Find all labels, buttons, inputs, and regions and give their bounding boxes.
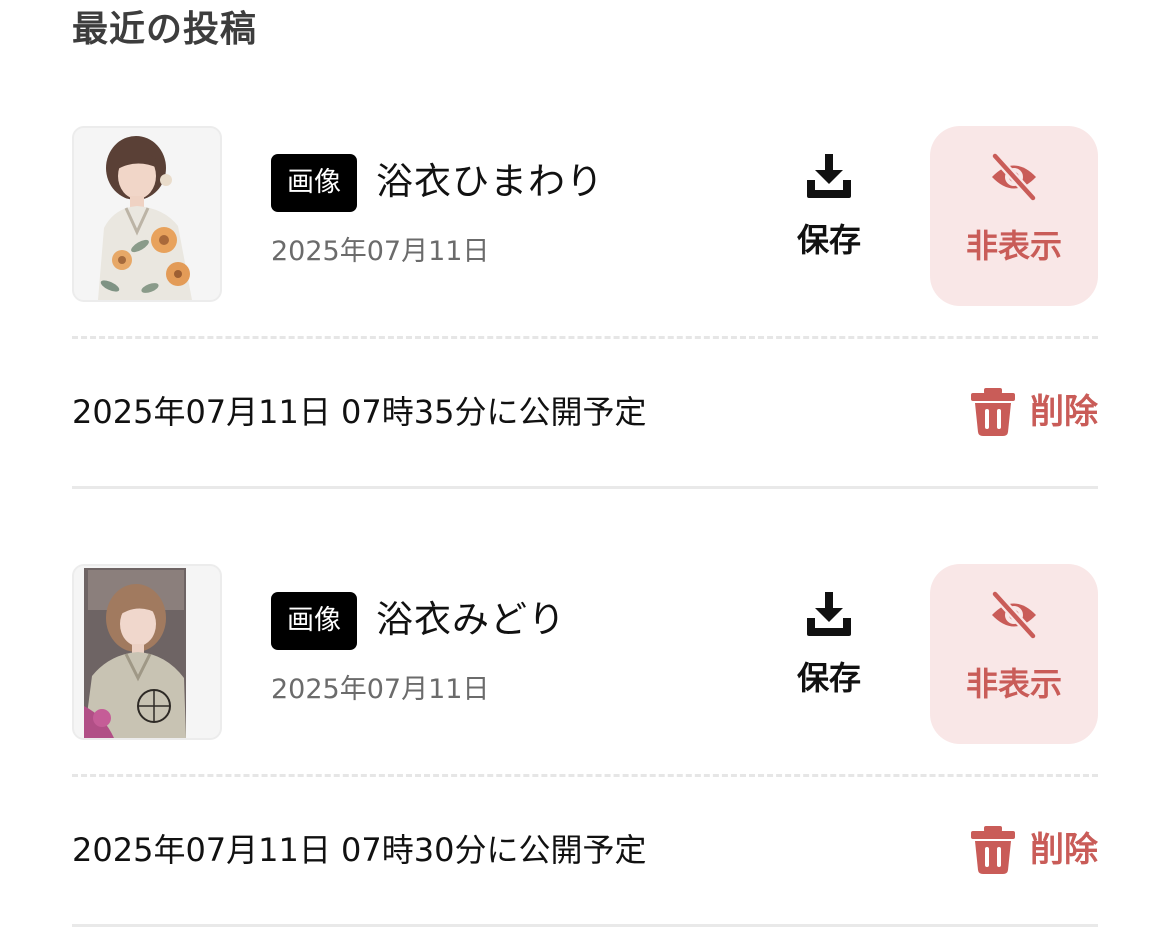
- delete-label: 削除: [1030, 392, 1098, 432]
- delete-label: 削除: [1030, 830, 1098, 870]
- save-label: 保存: [796, 659, 861, 697]
- post-main: 画像 浴衣みどり 2025年07月11日 保存 非表示: [72, 564, 1098, 746]
- post-item: 画像 浴衣ひまわり 2025年07月11日 保存 非表示 2025年07月11日…: [72, 126, 1098, 489]
- schedule-text: 2025年07月11日 07時30分に公開予定: [72, 831, 647, 869]
- post-divider: [72, 486, 1098, 489]
- post-thumbnail[interactable]: [72, 126, 222, 302]
- post-date: 2025年07月11日: [271, 236, 490, 267]
- save-button[interactable]: 保存: [784, 590, 874, 710]
- hide-label: 非表示: [965, 665, 1062, 703]
- trash-icon: [971, 388, 1015, 436]
- eye-slash-icon: [991, 590, 1037, 640]
- schedule-text: 2025年07月11日 07時35分に公開予定: [72, 393, 647, 431]
- delete-button[interactable]: 削除: [970, 386, 1098, 438]
- post-title[interactable]: 浴衣ひまわり: [376, 156, 604, 208]
- schedule-row: 2025年07月11日 07時35分に公開予定 削除: [72, 382, 1098, 442]
- save-label: 保存: [796, 221, 861, 259]
- trash-icon: [971, 826, 1015, 874]
- post-thumbnail[interactable]: [72, 564, 222, 740]
- save-button[interactable]: 保存: [784, 152, 874, 272]
- post-type-badge: 画像: [271, 592, 357, 650]
- eye-slash-icon: [991, 152, 1037, 202]
- delete-button[interactable]: 削除: [970, 824, 1098, 876]
- post-main: 画像 浴衣ひまわり 2025年07月11日 保存 非表示: [72, 126, 1098, 308]
- hide-button[interactable]: 非表示: [930, 126, 1098, 306]
- schedule-row: 2025年07月11日 07時30分に公開予定 削除: [72, 820, 1098, 880]
- post-item: 画像 浴衣みどり 2025年07月11日 保存 非表示 2025年07月11日 …: [72, 564, 1098, 927]
- hide-label: 非表示: [965, 227, 1062, 265]
- download-tray-icon: [807, 154, 851, 198]
- post-title[interactable]: 浴衣みどり: [376, 594, 566, 646]
- dashed-divider: [72, 336, 1098, 339]
- section-title: 最近の投稿: [72, 9, 258, 50]
- dashed-divider: [72, 774, 1098, 777]
- post-type-badge: 画像: [271, 154, 357, 212]
- hide-button[interactable]: 非表示: [930, 564, 1098, 744]
- download-tray-icon: [807, 592, 851, 636]
- post-divider: [72, 924, 1098, 927]
- post-date: 2025年07月11日: [271, 674, 490, 705]
